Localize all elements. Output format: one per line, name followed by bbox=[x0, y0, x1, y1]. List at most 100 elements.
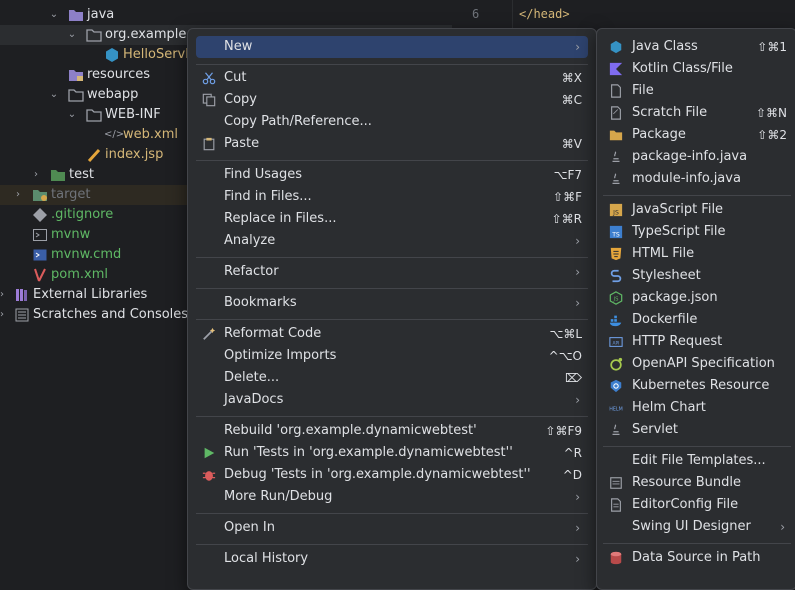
menu-item-label: Open In bbox=[224, 520, 275, 535]
menu-item-kubernetes[interactable]: Kubernetes Resource bbox=[603, 375, 793, 397]
menu-item-kotlin[interactable]: Kotlin Class/File bbox=[603, 58, 793, 80]
menu-item-label: Java Class bbox=[632, 39, 698, 54]
menu-separator bbox=[196, 288, 588, 289]
menu-item-refactor[interactable]: Refactor › bbox=[196, 261, 588, 283]
code-line[interactable]: </head> bbox=[519, 7, 570, 21]
menu-item-reformat[interactable]: Reformat Code ⌥⌘L bbox=[196, 323, 588, 345]
run-triangle-icon bbox=[204, 447, 215, 459]
menu-item-edit-file-templates[interactable]: Edit File Templates... bbox=[603, 450, 793, 472]
menu-item-rebuild[interactable]: Rebuild 'org.example.dynamicwebtest' ⇧⌘F… bbox=[196, 420, 588, 442]
chevron-right-icon[interactable]: › bbox=[0, 285, 7, 305]
svg-text:JS: JS bbox=[612, 209, 619, 216]
menu-item-delete[interactable]: Delete... ⌦ bbox=[196, 367, 588, 389]
menu-item-run-tests[interactable]: Run 'Tests in 'org.example.dynamicwebtes… bbox=[196, 442, 588, 464]
chevron-down-icon[interactable]: ⌄ bbox=[67, 105, 77, 125]
svg-text:JS: JS bbox=[613, 297, 620, 303]
tree-label: mvnw.cmd bbox=[51, 247, 122, 262]
menu-item-html[interactable]: HTML File bbox=[603, 243, 793, 265]
submenu-arrow-icon: › bbox=[575, 234, 580, 248]
chevron-down-icon[interactable]: ⌄ bbox=[67, 25, 77, 45]
menu-item-typescript[interactable]: TS TypeScript File bbox=[603, 221, 793, 243]
scratches-icon bbox=[15, 308, 29, 322]
menu-item-bookmarks[interactable]: Bookmarks › bbox=[196, 292, 588, 314]
menu-item-new[interactable]: New › bbox=[196, 36, 588, 58]
java-class-icon bbox=[610, 40, 622, 54]
menu-item-http-request[interactable]: API HTTP Request bbox=[603, 331, 793, 353]
context-menu: New › Cut ⌘X Copy ⌘C Copy Path/Reference… bbox=[187, 28, 597, 590]
tree-row-java[interactable]: ⌄ java bbox=[0, 5, 452, 25]
menu-item-more-run-debug[interactable]: More Run/Debug › bbox=[196, 486, 588, 508]
menu-item-stylesheet[interactable]: Stylesheet bbox=[603, 265, 793, 287]
menu-item-openapi[interactable]: OpenAPI Specification bbox=[603, 353, 793, 375]
menu-item-analyze[interactable]: Analyze › bbox=[196, 230, 588, 252]
menu-item-label: JavaScript File bbox=[632, 202, 724, 217]
tree-label: HelloServle bbox=[123, 47, 197, 62]
shortcut: ⇧⌘N bbox=[755, 106, 787, 120]
menu-item-find-in-files[interactable]: Find in Files... ⇧⌘F bbox=[196, 186, 588, 208]
openapi-icon bbox=[610, 357, 623, 371]
menu-item-paste[interactable]: Paste ⌘V bbox=[196, 133, 588, 155]
menu-item-label: Bookmarks bbox=[224, 295, 297, 310]
chevron-right-icon[interactable]: › bbox=[13, 185, 23, 205]
menu-item-data-source[interactable]: Data Source in Path bbox=[603, 547, 793, 569]
menu-item-debug-tests[interactable]: Debug 'Tests in 'org.example.dynamicwebt… bbox=[196, 464, 588, 486]
folder-icon bbox=[68, 89, 84, 102]
menu-item-label: Reformat Code bbox=[224, 326, 322, 341]
menu-item-label: Dockerfile bbox=[632, 312, 698, 327]
menu-item-editorconfig[interactable]: EditorConfig File bbox=[603, 494, 793, 516]
menu-separator bbox=[196, 416, 588, 417]
menu-item-file[interactable]: File bbox=[603, 80, 793, 102]
tree-label: Scratches and Consoles bbox=[33, 307, 189, 322]
chevron-down-icon[interactable]: ⌄ bbox=[49, 85, 59, 105]
chevron-right-icon[interactable]: › bbox=[31, 165, 41, 185]
menu-separator bbox=[603, 195, 791, 196]
menu-item-find-usages[interactable]: Find Usages ⌥F7 bbox=[196, 164, 588, 186]
java-class-icon bbox=[106, 48, 118, 62]
file-icon bbox=[611, 84, 621, 98]
shortcut: ^D bbox=[562, 468, 582, 482]
menu-item-label: File bbox=[632, 83, 654, 98]
clipboard-icon bbox=[203, 137, 215, 151]
submenu-arrow-icon: › bbox=[575, 521, 580, 535]
menu-item-open-in[interactable]: Open In › bbox=[196, 517, 588, 539]
menu-item-package[interactable]: Package ⇧⌘2 bbox=[603, 124, 793, 146]
shortcut: ⌦ bbox=[565, 371, 582, 385]
shortcut: ⌥⌘L bbox=[549, 327, 582, 341]
menu-item-module-info[interactable]: module-info.java bbox=[603, 168, 793, 190]
menu-item-cut[interactable]: Cut ⌘X bbox=[196, 67, 588, 89]
menu-item-package-json[interactable]: JS package.json bbox=[603, 287, 793, 309]
menu-item-swing-ui-designer[interactable]: Swing UI Designer › bbox=[603, 516, 793, 538]
menu-item-javadocs[interactable]: JavaDocs › bbox=[196, 389, 588, 411]
menu-item-optimize-imports[interactable]: Optimize Imports ^⌥O bbox=[196, 345, 588, 367]
menu-item-replace-in-files[interactable]: Replace in Files... ⇧⌘R bbox=[196, 208, 588, 230]
menu-item-dockerfile[interactable]: Dockerfile bbox=[603, 309, 793, 331]
tree-label: .gitignore bbox=[51, 207, 114, 222]
menu-item-label: EditorConfig File bbox=[632, 497, 739, 512]
menu-item-copy-path[interactable]: Copy Path/Reference... bbox=[196, 111, 588, 133]
menu-item-label: Optimize Imports bbox=[224, 348, 337, 363]
chevron-down-icon[interactable]: ⌄ bbox=[49, 5, 59, 25]
scratch-file-icon bbox=[611, 106, 621, 120]
menu-item-resource-bundle[interactable]: Resource Bundle bbox=[603, 472, 793, 494]
submenu-arrow-icon: › bbox=[780, 520, 785, 534]
new-submenu: Java Class ⇧⌘1 Kotlin Class/File File Sc… bbox=[596, 28, 795, 590]
menu-item-scratch[interactable]: Scratch File ⇧⌘N bbox=[603, 102, 793, 124]
menu-item-copy[interactable]: Copy ⌘C bbox=[196, 89, 588, 111]
menu-item-label: Rebuild 'org.example.dynamicwebtest' bbox=[224, 423, 477, 438]
menu-item-label: Servlet bbox=[632, 422, 678, 437]
menu-item-label: OpenAPI Specification bbox=[632, 356, 775, 371]
stylesheet-icon bbox=[610, 269, 622, 283]
menu-item-helm[interactable]: HELM Helm Chart bbox=[603, 397, 793, 419]
database-icon bbox=[610, 551, 622, 565]
folder-icon bbox=[86, 109, 102, 122]
menu-item-javascript[interactable]: JS JavaScript File bbox=[603, 199, 793, 221]
menu-item-label: Paste bbox=[224, 136, 260, 151]
chevron-right-icon[interactable]: › bbox=[0, 305, 7, 325]
menu-item-package-info[interactable]: package-info.java bbox=[603, 146, 793, 168]
magic-wand-icon bbox=[203, 327, 216, 340]
menu-item-servlet[interactable]: Servlet bbox=[603, 419, 793, 441]
tree-label: index.jsp bbox=[105, 147, 164, 162]
shortcut: ⌘C bbox=[561, 93, 582, 107]
menu-item-label: Copy bbox=[224, 92, 257, 107]
menu-item-java-class[interactable]: Java Class ⇧⌘1 bbox=[603, 36, 793, 58]
